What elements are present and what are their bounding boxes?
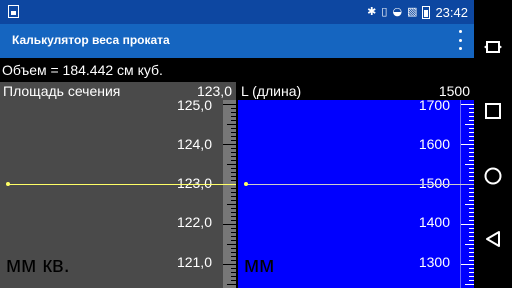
status-bar: ✱ ▯ ◒ ▧ 23:42 bbox=[0, 0, 474, 24]
recents-icon[interactable] bbox=[474, 94, 512, 128]
scale-tick bbox=[231, 260, 236, 261]
no-sim-icon: ▧ bbox=[407, 5, 418, 18]
scale-tick bbox=[231, 216, 236, 217]
scale-tick bbox=[231, 208, 236, 209]
value-indicator-dot bbox=[244, 182, 248, 186]
app-title: Калькулятор веса проката bbox=[12, 33, 170, 47]
area-scale-panel[interactable]: Площадь сечения 123,0 125,0 124,0 123,0 … bbox=[0, 82, 236, 288]
vibrate-icon: ▯ bbox=[381, 5, 388, 18]
scale-tick bbox=[231, 200, 236, 201]
scale-tick bbox=[231, 256, 236, 257]
status-icons: ✱ ▯ ◒ ▧ 23:42 bbox=[367, 3, 468, 21]
scale-tick bbox=[231, 152, 236, 153]
scale-tick bbox=[231, 168, 236, 169]
scale-label: 1400 bbox=[418, 214, 450, 230]
battery-icon bbox=[422, 5, 431, 19]
scale-tick bbox=[231, 136, 236, 137]
scale-tick bbox=[231, 212, 236, 213]
app-bar: Калькулятор веса проката bbox=[0, 24, 474, 58]
scale-tick bbox=[231, 132, 236, 133]
scale-tick bbox=[461, 104, 474, 105]
scale-tick bbox=[231, 128, 236, 129]
scale-tick bbox=[231, 232, 236, 233]
scale-tick bbox=[461, 224, 474, 225]
scale-tick bbox=[231, 272, 236, 273]
scale-tick bbox=[465, 244, 474, 245]
length-unit: мм bbox=[244, 252, 275, 277]
overflow-menu-icon[interactable] bbox=[456, 30, 464, 50]
back-icon[interactable] bbox=[474, 222, 512, 256]
scale-tick bbox=[461, 264, 474, 265]
scale-ticks[interactable] bbox=[460, 100, 474, 288]
scale-tick bbox=[223, 104, 236, 105]
status-time: 23:42 bbox=[435, 4, 468, 20]
area-unit: мм кв. bbox=[6, 252, 70, 277]
gallery-icon bbox=[8, 5, 19, 18]
scale-tick bbox=[231, 188, 236, 189]
home-icon[interactable] bbox=[474, 159, 512, 193]
scale-label: 1600 bbox=[418, 136, 450, 152]
scale-tick bbox=[231, 280, 236, 281]
scale-tick bbox=[461, 144, 474, 145]
scale-tick bbox=[227, 124, 236, 125]
scale-label: 1500 bbox=[418, 175, 450, 191]
navigation-bar bbox=[474, 0, 512, 288]
area-value: 123,0 bbox=[196, 83, 232, 99]
scale-label: 1300 bbox=[418, 254, 450, 270]
scale-tick bbox=[223, 264, 236, 265]
scale-tick bbox=[465, 204, 474, 205]
scale-tick bbox=[227, 284, 236, 285]
length-label: L (длина) bbox=[241, 83, 302, 99]
scale-tick bbox=[231, 148, 236, 149]
scale-label: 121,0 bbox=[176, 254, 212, 270]
scale-tick bbox=[231, 220, 236, 221]
scale-tick bbox=[231, 120, 236, 121]
scale-tick bbox=[223, 144, 236, 145]
area-label: Площадь сечения bbox=[3, 83, 121, 99]
scale-tick bbox=[223, 224, 236, 225]
value-indicator-line bbox=[8, 184, 236, 185]
scale-tick bbox=[227, 244, 236, 245]
value-indicator-dot bbox=[6, 182, 10, 186]
scale-tick bbox=[465, 124, 474, 125]
scale-tick bbox=[231, 276, 236, 277]
panel-header: L (длина) 1500 bbox=[238, 82, 474, 100]
scale-tick bbox=[227, 204, 236, 205]
scale-ticks[interactable] bbox=[223, 100, 236, 288]
scale-tick bbox=[231, 108, 236, 109]
scale-label: 123,0 bbox=[176, 175, 212, 191]
scale-tick bbox=[465, 164, 474, 165]
scale-tick bbox=[231, 116, 236, 117]
scale-tick bbox=[231, 180, 236, 181]
value-indicator-line bbox=[246, 184, 474, 185]
scale-tick bbox=[231, 248, 236, 249]
scale-label: 122,0 bbox=[176, 214, 212, 230]
scale-tick bbox=[231, 240, 236, 241]
scale-tick bbox=[227, 164, 236, 165]
scale-tick bbox=[231, 236, 236, 237]
scale-tick bbox=[231, 192, 236, 193]
length-scale-panel[interactable]: L (длина) 1500 1700 1600 1500 1400 1300 … bbox=[238, 82, 474, 288]
wifi-icon: ◒ bbox=[392, 5, 403, 18]
scale-label: 124,0 bbox=[176, 136, 212, 152]
scale-tick bbox=[231, 112, 236, 113]
scale-tick bbox=[231, 228, 236, 229]
scale-tick bbox=[231, 268, 236, 269]
scale-tick bbox=[231, 172, 236, 173]
scale-tick bbox=[231, 196, 236, 197]
scale-tick bbox=[231, 140, 236, 141]
scale-tick bbox=[465, 284, 474, 285]
panel-header: Площадь сечения 123,0 bbox=[0, 82, 236, 100]
scale-tick bbox=[231, 160, 236, 161]
result-text: Объем = 184.442 см куб. bbox=[0, 58, 474, 82]
scale-tick bbox=[231, 176, 236, 177]
screen-rotate-icon[interactable] bbox=[474, 30, 512, 64]
scale-tick bbox=[231, 156, 236, 157]
scale-tick bbox=[231, 252, 236, 253]
length-value: 1500 bbox=[438, 83, 470, 99]
bluetooth-icon: ✱ bbox=[367, 5, 377, 18]
